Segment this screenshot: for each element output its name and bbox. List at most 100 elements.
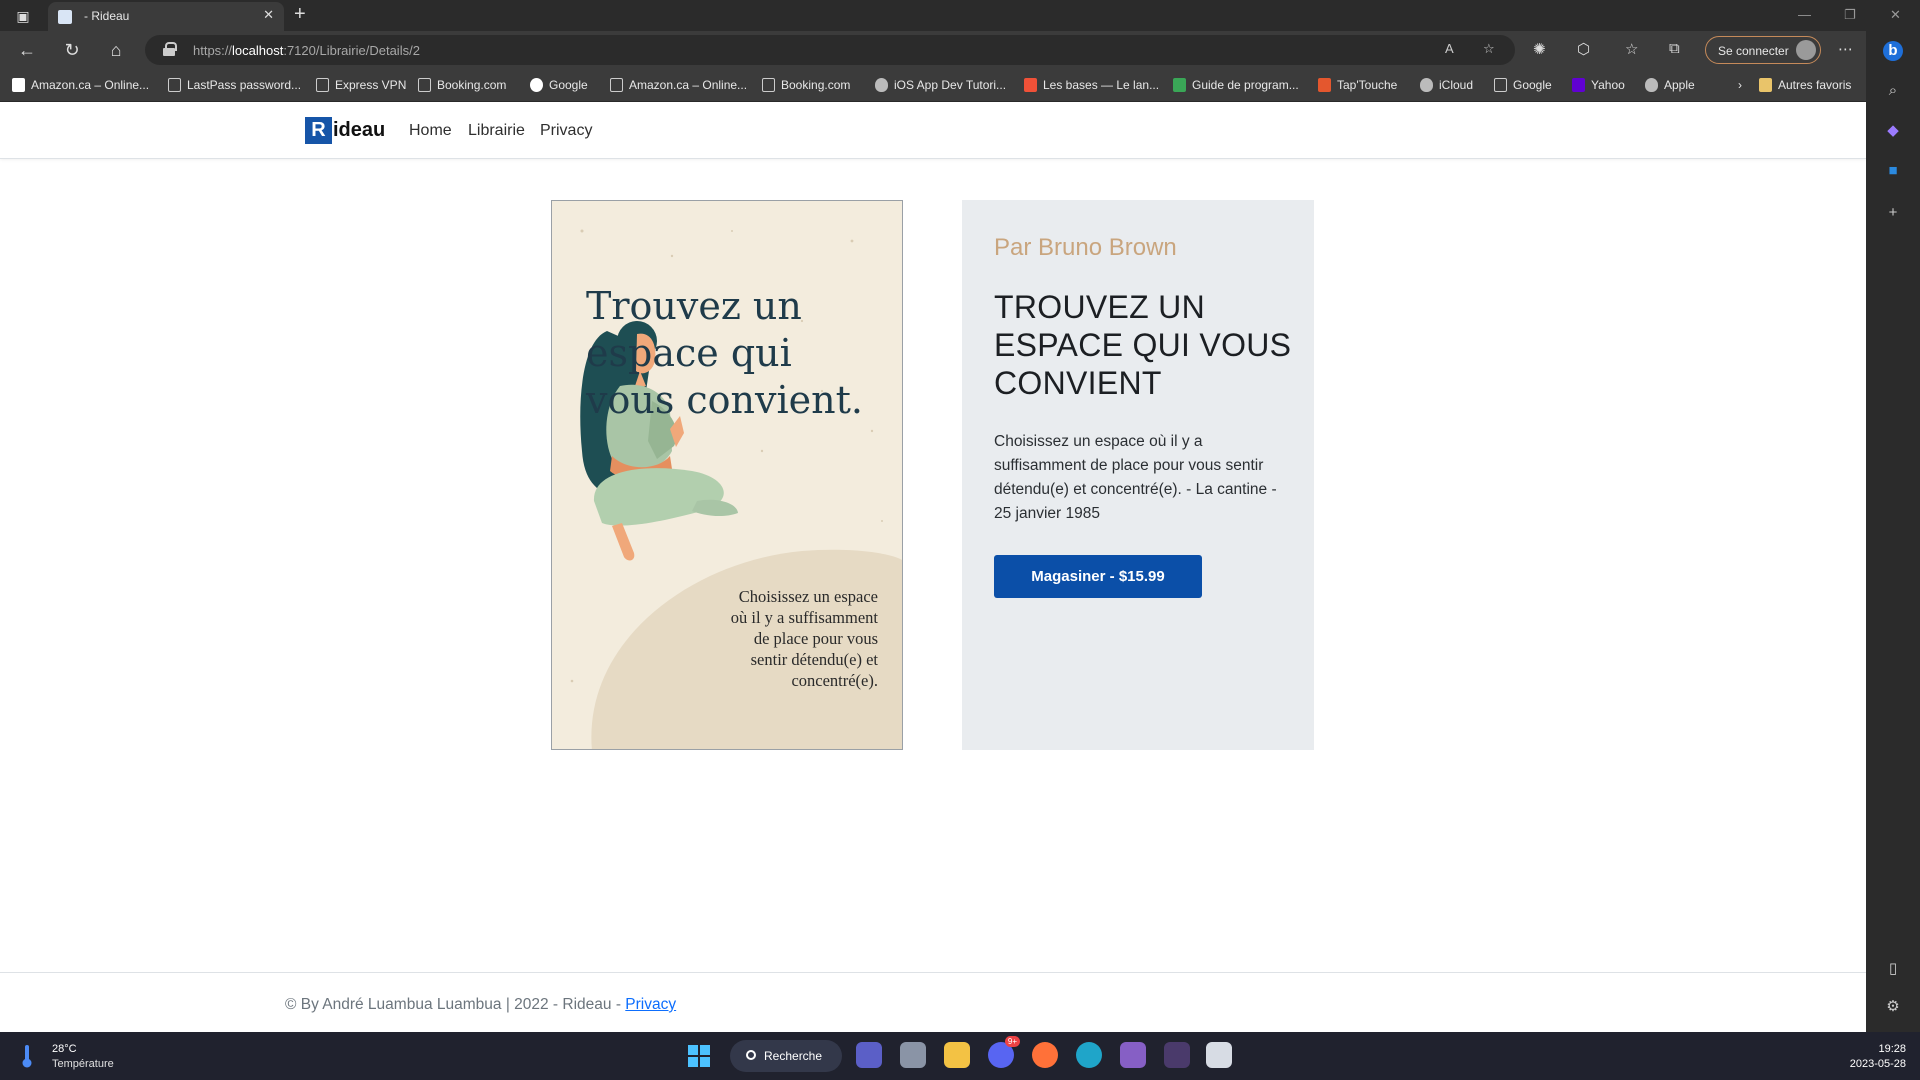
read-aloud-icon[interactable]: A [1445,41,1454,56]
firefox-icon[interactable] [1032,1042,1058,1068]
book-title: TROUVEZ UN ESPACE QUI VOUS CONVIENT [994,289,1292,401]
windows-start-icon[interactable] [688,1045,710,1067]
address-bar[interactable]: https://localhost:7120/Librairie/Details… [145,35,1515,65]
lock-icon[interactable] [163,42,177,56]
weather-temperature[interactable]: 28°C [52,1043,77,1055]
bookmark-item[interactable]: Google [530,78,588,92]
bookmark-label: Guide de program... [1192,78,1299,92]
extensions-icon[interactable]: ⬡ [1577,40,1590,58]
discord-icon[interactable]: 9+ [988,1036,1020,1068]
terminal-icon[interactable] [1164,1042,1190,1068]
edge-sidebar: b ⌕ ◆ ■ + ▯ ⚙ [1866,31,1920,1032]
home-icon[interactable]: ⌂ [104,39,128,61]
add-sidebar-app-icon[interactable]: + [1883,203,1903,223]
bookmark-item[interactable]: Les bases — Le lan... [1024,78,1159,92]
snipping-tool-icon[interactable] [1206,1042,1232,1068]
bookmarks-overflow-icon[interactable]: › [1738,78,1742,92]
url-text[interactable]: https://localhost:7120/Librairie/Details… [193,43,420,58]
book-author: Par Bruno Brown [994,234,1177,261]
bookmark-item[interactable]: Amazon.ca – Online... [12,78,149,92]
add-favorite-icon[interactable]: ☆ [1483,41,1495,57]
outlook-icon[interactable]: ■ [1883,161,1903,181]
clock-date: 2023-05-28 [1849,1058,1906,1070]
swift-icon [1024,78,1037,92]
taptouche-icon [1318,78,1331,92]
back-icon[interactable]: ← [15,39,39,61]
clock-time: 19:28 [1878,1043,1906,1055]
bookmark-label: iCloud [1439,78,1474,92]
bookmark-item[interactable]: iCloud [1420,78,1473,92]
bookmark-label: Amazon.ca – Online... [31,78,150,92]
nav-link-privacy[interactable]: Privacy [540,122,592,140]
system-clock[interactable]: 19:28 2023-05-28 [1850,1042,1906,1072]
bookmark-item[interactable]: Booking.com [418,78,506,92]
book-description: Choisissez un espace où il y a suffisamm… [994,433,1277,522]
tab-close-icon[interactable]: ✕ [263,7,274,23]
bookmark-item[interactable]: iOS App Dev Tutori... [875,78,1006,92]
copilot-icon[interactable]: ◆ [1883,121,1903,141]
bookmark-label: Amazon.ca – Online... [629,78,748,92]
amazon-icon [12,78,25,92]
nav-link-librairie[interactable]: Librairie [468,122,525,140]
sidebar-settings-icon[interactable]: ⚙ [1883,997,1903,1017]
favorites-icon[interactable]: ☆ [1625,40,1638,58]
poster-text: Choisissez un espace où il y a suffisamm… [730,587,878,690]
window-close-icon[interactable]: ✕ [1890,7,1901,23]
bookmark-item[interactable]: Guide de program... [1173,78,1299,92]
nav-link-home[interactable]: Home [409,122,452,140]
footer-privacy-link[interactable]: Privacy [625,996,676,1013]
search-icon[interactable]: ⌕ [1883,81,1903,101]
bookmark-item[interactable]: LastPass password... [168,78,301,92]
bookmark-label: Google [1513,78,1552,92]
bookmark-label: Google [549,78,588,92]
new-tab-icon[interactable]: + [294,3,306,26]
bookmark-item[interactable]: Google [1494,78,1552,92]
teams-icon[interactable] [856,1042,882,1068]
apple-icon [875,78,888,92]
tab-title: - Rideau [84,9,130,23]
book-cover-image: Trouvez un espace qui vous convient. Cho… [551,200,903,750]
google-icon [530,78,543,92]
restore-icon[interactable]: ❐ [1844,7,1856,23]
taskbar-search[interactable]: Recherche [730,1040,842,1072]
edge-icon[interactable] [1076,1042,1102,1068]
apple-icon [1645,78,1658,92]
more-menu-icon[interactable]: ⋯ [1838,40,1853,58]
tab-actions-icon[interactable]: ▣ [12,5,34,27]
visual-studio-icon[interactable] [1120,1042,1146,1068]
refresh-icon[interactable]: ↻ [60,39,84,61]
bookmark-item[interactable]: Express VPN [316,78,406,92]
file-explorer-storage-icon[interactable] [900,1042,926,1068]
taskbar-search-label: Recherche [764,1049,823,1063]
bookmark-item[interactable]: Tap'Touche [1318,78,1397,92]
signin-button[interactable]: Se connecter [1705,36,1821,64]
bing-chat-icon[interactable]: b [1883,41,1903,61]
file-explorer-icon[interactable] [944,1042,970,1068]
bookmarks-bar: › Autres favoris Amazon.ca – Online... La… [0,69,1866,102]
shop-button[interactable]: Magasiner - $15.99 [994,555,1202,598]
site-navbar: Rideau Home Librairie Privacy [0,102,1866,159]
bookmark-item[interactable]: Booking.com [762,78,850,92]
bookmark-label: Yahoo [1591,78,1625,92]
bookmark-item[interactable]: Amazon.ca – Online... [610,78,747,92]
bookmark-label: iOS App Dev Tutori... [894,78,1007,92]
bookmark-label: LastPass password... [187,78,302,92]
thermometer-icon[interactable] [20,1044,34,1068]
hide-sidebar-icon[interactable]: ▯ [1883,959,1903,979]
footer-text: © By André Luambua Luambua | 2022 - Ride… [285,996,677,1013]
extension-icon[interactable]: ✺ [1533,40,1546,58]
other-favorites[interactable]: Autres favoris [1759,78,1851,92]
file-icon [418,78,431,92]
site-footer: © By André Luambua Luambua | 2022 - Ride… [0,972,1866,1032]
weather-label[interactable]: Température [52,1058,114,1070]
file-icon [762,78,775,92]
bookmark-item[interactable]: Yahoo [1572,78,1625,92]
profile-avatar [1796,40,1816,60]
bookmark-label: Apple [1664,78,1695,92]
collections-icon[interactable]: ⧉ [1669,40,1680,57]
file-icon [316,78,329,92]
minimize-icon[interactable]: — [1798,7,1811,22]
browser-tab-active[interactable]: - Rideau ✕ [48,2,284,31]
site-brand-logo[interactable]: Rideau [305,117,385,144]
bookmark-item[interactable]: Apple [1645,78,1695,92]
